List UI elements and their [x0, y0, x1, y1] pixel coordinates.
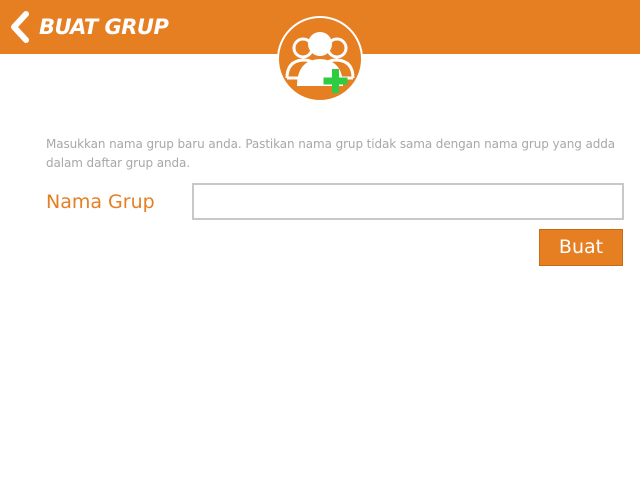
group-name-input[interactable]: [192, 183, 624, 220]
chevron-left-icon: [11, 11, 29, 43]
create-group-screen: BUAT GRUP Masukkan nama grup baru anda. …: [0, 0, 640, 480]
group-add-icon: [285, 32, 355, 93]
create-button[interactable]: Buat: [539, 229, 623, 266]
instruction-text: Masukkan nama grup baru anda. Pastikan n…: [46, 137, 616, 170]
group-emblem: [277, 16, 363, 102]
group-name-label: Nama Grup: [46, 191, 155, 213]
page-title: BUAT GRUP: [39, 15, 169, 39]
back-button[interactable]: [8, 10, 36, 44]
